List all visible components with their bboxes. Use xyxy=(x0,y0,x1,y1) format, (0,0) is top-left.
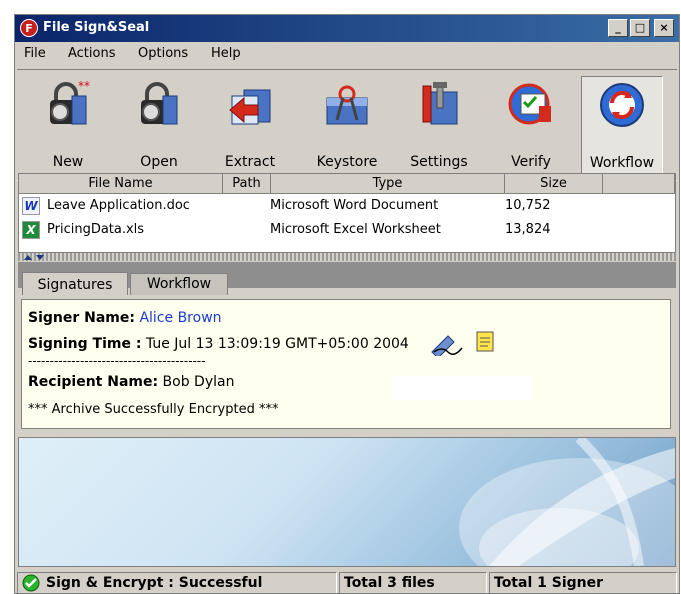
open-label: Open xyxy=(140,154,178,170)
word-doc-icon: W xyxy=(22,197,40,215)
column-header-path[interactable]: Path xyxy=(223,174,271,194)
archive-status: *** Archive Successfully Encrypted *** xyxy=(28,402,279,417)
decorative-banner xyxy=(18,437,676,567)
status-files: Total 3 files xyxy=(339,572,487,593)
file-list: File Name Path Type Size W Leave Applica… xyxy=(18,173,676,253)
recipient-value: Bob Dylan xyxy=(162,374,235,390)
menu-options[interactable]: Options xyxy=(138,46,188,61)
app-window: F File Sign&Seal _ □ × File Actions Opti… xyxy=(14,14,680,594)
app-logo-icon: F xyxy=(20,19,38,37)
svg-text:**: ** xyxy=(78,80,90,93)
new-lock-icon: ** xyxy=(50,80,90,125)
settings-button[interactable]: Settings xyxy=(398,76,480,176)
new-label: New xyxy=(52,154,84,170)
table-row[interactable]: X PricingData.xls Microsoft Excel Worksh… xyxy=(19,218,675,242)
file-name: Leave Application.doc xyxy=(47,198,190,213)
status-signers: Total 1 Signer xyxy=(489,572,677,593)
menu-help[interactable]: Help xyxy=(211,46,241,61)
column-header-spacer xyxy=(603,174,675,194)
verify-icon xyxy=(508,83,551,125)
extract-icon xyxy=(229,89,271,125)
title-bar[interactable]: F File Sign&Seal _ □ × xyxy=(15,15,679,42)
signer-row: Signer Name: Alice Brown xyxy=(28,310,222,326)
verify-label: Verify xyxy=(511,154,551,170)
column-header-size[interactable]: Size xyxy=(505,174,603,194)
separator-line: ----------------------------------------… xyxy=(28,354,206,368)
extract-label: Extract xyxy=(224,154,276,170)
table-row[interactable]: W Leave Application.doc Microsoft Word D… xyxy=(19,194,675,218)
success-check-icon xyxy=(22,574,40,592)
pen-background-image xyxy=(459,438,675,566)
signing-time-value: Tue Jul 13 13:09:19 GMT+05:00 2004 xyxy=(145,336,409,352)
file-type: Microsoft Excel Worksheet xyxy=(270,222,441,237)
signature-pen-icon[interactable] xyxy=(430,330,466,356)
open-lock-icon xyxy=(141,82,178,125)
file-size: 10,752 xyxy=(505,198,551,213)
open-button[interactable]: Open xyxy=(118,76,200,176)
menu-bar: File Actions Options Help xyxy=(15,42,679,66)
status-bar: Sign & Encrypt : Successful Total 3 file… xyxy=(15,571,679,593)
status-message: Sign & Encrypt : Successful xyxy=(46,575,263,591)
minimize-button[interactable]: _ xyxy=(608,19,628,37)
close-button[interactable]: × xyxy=(654,19,674,37)
signature-pane: Signer Name: Alice Brown Signing Time : … xyxy=(18,295,676,435)
excel-doc-icon: X xyxy=(22,221,40,239)
workflow-label: Workflow xyxy=(589,155,655,171)
toolbar: ** New Open Extract Keystore Settings Ve… xyxy=(17,69,677,181)
tab-bar: Signatures Workflow xyxy=(18,262,676,298)
workflow-icon xyxy=(600,83,644,127)
signing-time-row: Signing Time : Tue Jul 13 13:09:19 GMT+0… xyxy=(28,336,409,352)
maximize-button[interactable]: □ xyxy=(630,19,650,37)
new-button[interactable]: ** New xyxy=(27,76,109,176)
file-name: PricingData.xls xyxy=(47,222,145,237)
menu-file[interactable]: File xyxy=(24,46,46,61)
status-message-panel: Sign & Encrypt : Successful xyxy=(17,572,337,593)
keystore-button[interactable]: Keystore xyxy=(306,76,388,176)
recipient-input-area xyxy=(392,376,532,400)
menu-actions[interactable]: Actions xyxy=(68,46,116,61)
file-size: 13,824 xyxy=(505,222,551,237)
signing-time-label: Signing Time : xyxy=(28,336,142,352)
window-title: File Sign&Seal xyxy=(43,20,150,35)
keystore-icon xyxy=(326,85,368,125)
signer-label: Signer Name: xyxy=(28,310,135,326)
recipient-row: Recipient Name: Bob Dylan xyxy=(28,374,234,390)
tab-workflow[interactable]: Workflow xyxy=(130,273,228,295)
pane-splitter[interactable] xyxy=(18,253,676,261)
extract-button[interactable]: Extract xyxy=(209,76,291,176)
recipient-label: Recipient Name: xyxy=(28,374,159,390)
file-type: Microsoft Word Document xyxy=(270,198,439,213)
note-icon[interactable] xyxy=(474,330,498,354)
splitter-arrows-icon xyxy=(24,255,44,260)
keystore-label: Keystore xyxy=(316,154,378,170)
workflow-button[interactable]: Workflow xyxy=(581,76,663,176)
verify-button[interactable]: Verify xyxy=(490,76,572,176)
signature-details: Signer Name: Alice Brown Signing Time : … xyxy=(21,299,671,429)
column-header-type[interactable]: Type xyxy=(271,174,505,194)
column-header-file-name[interactable]: File Name xyxy=(19,174,223,194)
settings-label: Settings xyxy=(410,154,468,170)
signer-value: Alice Brown xyxy=(139,310,222,326)
settings-icon xyxy=(422,82,458,125)
